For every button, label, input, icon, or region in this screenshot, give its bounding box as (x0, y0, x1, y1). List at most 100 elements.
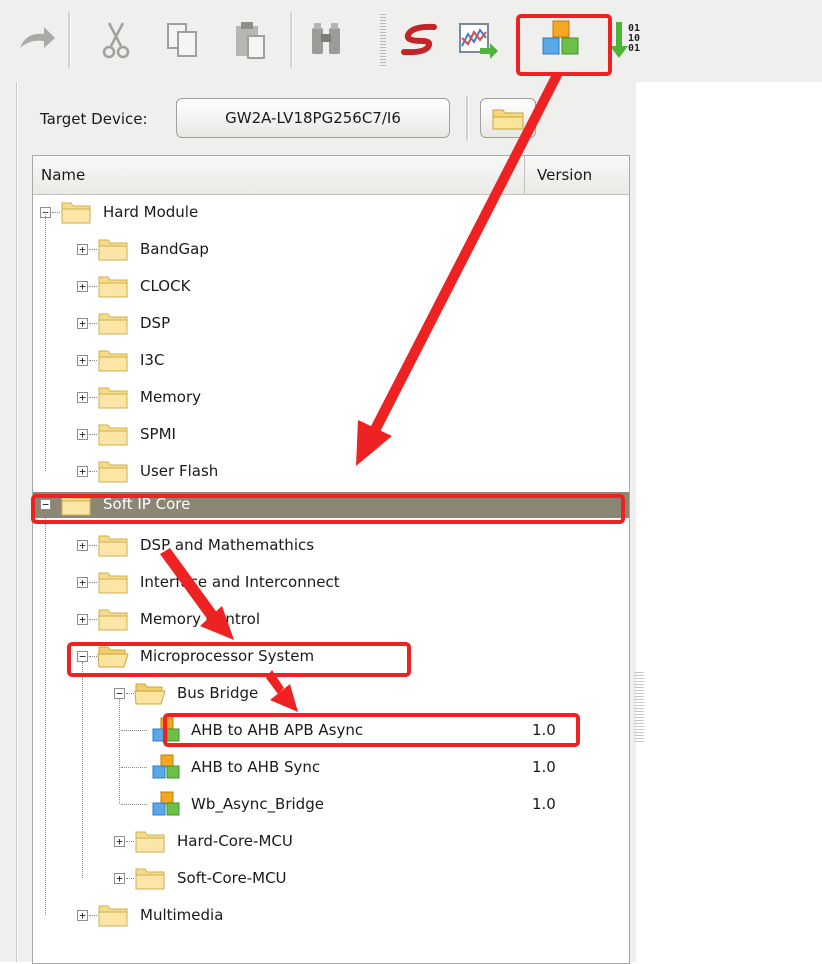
folder-icon (492, 109, 524, 130)
expand-icon[interactable]: + (77, 540, 88, 551)
tree-row-label: I3C (140, 351, 165, 369)
folder-icon (97, 310, 129, 336)
tree-row-label: Soft IP Core (103, 495, 191, 513)
timing-button[interactable] (456, 18, 500, 62)
tree-row[interactable]: + Soft-Core-MCU (33, 860, 629, 897)
ip-core-tree[interactable]: Name Version − Hard Module + BandGap + CLOCK +… (32, 155, 630, 964)
expand-icon[interactable]: + (77, 355, 88, 366)
expand-icon[interactable]: + (77, 910, 88, 921)
tree-row[interactable]: − Microprocessor System (33, 638, 629, 675)
tree-connector (126, 878, 134, 879)
copy-icon (167, 23, 197, 57)
folder-icon (97, 532, 129, 558)
tree-connector (89, 545, 97, 546)
browse-device-button[interactable] (480, 98, 536, 138)
tree-connector (89, 286, 97, 287)
tree-connector (89, 360, 97, 361)
tree-row[interactable]: Wb_Async_Bridge 1.0 (33, 786, 629, 823)
expand-icon[interactable]: + (114, 873, 125, 884)
folder-icon (97, 421, 129, 447)
tree-connector (52, 212, 60, 213)
tree-connector (126, 693, 134, 694)
toolbar-separator (466, 96, 469, 140)
tree-row-label: Soft-Core-MCU (177, 869, 287, 887)
synplify-button[interactable] (398, 18, 442, 62)
tree-row-label: DSP (140, 314, 171, 332)
tree-row-label: Memory (140, 388, 202, 406)
folder-icon (97, 236, 129, 262)
tree-row[interactable]: − Bus Bridge (33, 675, 629, 712)
column-header-version[interactable]: Version (537, 166, 592, 184)
tree-connector (121, 767, 147, 768)
panel-resize-grip[interactable] (634, 672, 644, 742)
folder-icon (97, 902, 129, 928)
expand-icon[interactable]: + (77, 318, 88, 329)
paste-icon (236, 22, 265, 59)
tree-row[interactable]: + User Flash (33, 453, 629, 490)
column-divider[interactable] (524, 156, 525, 194)
main-toolbar: 01 10 01 (0, 0, 822, 82)
tree-row-version: 1.0 (532, 721, 556, 739)
tree-row[interactable]: + Interface and Interconnect (33, 564, 629, 601)
tree-row-label: BandGap (140, 240, 209, 258)
collapse-icon[interactable]: − (77, 651, 88, 662)
tree-row[interactable]: AHB to AHB Sync 1.0 (33, 749, 629, 786)
tree-row[interactable]: + Multimedia (33, 897, 629, 934)
find-button[interactable] (304, 18, 348, 62)
tree-row-label: Interface and Interconnect (140, 573, 340, 591)
tree-row[interactable]: + Memory Control (33, 601, 629, 638)
column-header-name[interactable]: Name (41, 166, 85, 184)
tree-row[interactable]: + DSP (33, 305, 629, 342)
tree-row-label: Memory Control (140, 610, 260, 628)
tree-row-version: 1.0 (532, 758, 556, 776)
expand-icon[interactable]: + (77, 244, 88, 255)
folder-icon (60, 199, 92, 225)
tree-connector (89, 249, 97, 250)
ip-core-generator-button[interactable] (540, 18, 584, 62)
tree-row[interactable]: + SPMI (33, 416, 629, 453)
tree-row-label: User Flash (140, 462, 219, 480)
tree-row[interactable]: + Memory (33, 379, 629, 416)
folder-icon (97, 273, 129, 299)
folder-icon (134, 828, 166, 854)
tree-row[interactable]: AHB to AHB APB Async 1.0 (33, 712, 629, 749)
tree-guide-line (82, 662, 83, 878)
tree-row[interactable]: + I3C (33, 342, 629, 379)
folder-icon (60, 491, 92, 517)
tree-row-label: Bus Bridge (177, 684, 259, 702)
target-device-button[interactable]: GW2A-LV18PG256C7/I6 (176, 98, 450, 138)
tree-guide-line (45, 212, 46, 471)
copy-button[interactable] (160, 18, 204, 62)
tree-row[interactable]: − Soft IP Core (33, 492, 629, 518)
timing-icon (459, 23, 498, 59)
expand-icon[interactable]: + (77, 614, 88, 625)
ip-core-icon (151, 754, 183, 780)
ip-core-generator-icon (542, 20, 579, 55)
program-device-button[interactable]: 01 10 01 (606, 18, 650, 62)
expand-icon[interactable]: + (77, 577, 88, 588)
redo-button[interactable] (14, 18, 58, 62)
tree-row[interactable]: − Hard Module (33, 194, 629, 231)
collapse-icon[interactable]: − (114, 688, 125, 699)
collapse-icon[interactable]: − (40, 499, 51, 510)
expand-icon[interactable]: + (77, 281, 88, 292)
ip-core-panel: Target Device: GW2A-LV18PG256C7/I6 Name … (18, 82, 644, 964)
expand-icon[interactable]: + (77, 466, 88, 477)
program-device-icon: 01 10 01 (610, 22, 640, 58)
svg-text:01: 01 (628, 43, 640, 54)
folder-open-icon (97, 643, 129, 669)
left-splitter[interactable] (0, 82, 17, 962)
tree-row[interactable]: + BandGap (33, 231, 629, 268)
tree-row[interactable]: + DSP and Mathemathics (33, 527, 629, 564)
tree-row[interactable]: + CLOCK (33, 268, 629, 305)
expand-icon[interactable]: + (77, 429, 88, 440)
tree-connector (89, 471, 97, 472)
tree-row[interactable]: + Hard-Core-MCU (33, 823, 629, 860)
expand-icon[interactable]: + (77, 392, 88, 403)
toolbar-separator (68, 12, 71, 68)
tree-row-version: 1.0 (532, 795, 556, 813)
paste-button[interactable] (228, 18, 272, 62)
expand-icon[interactable]: + (114, 836, 125, 847)
cut-button[interactable] (94, 18, 138, 62)
folder-icon (97, 458, 129, 484)
